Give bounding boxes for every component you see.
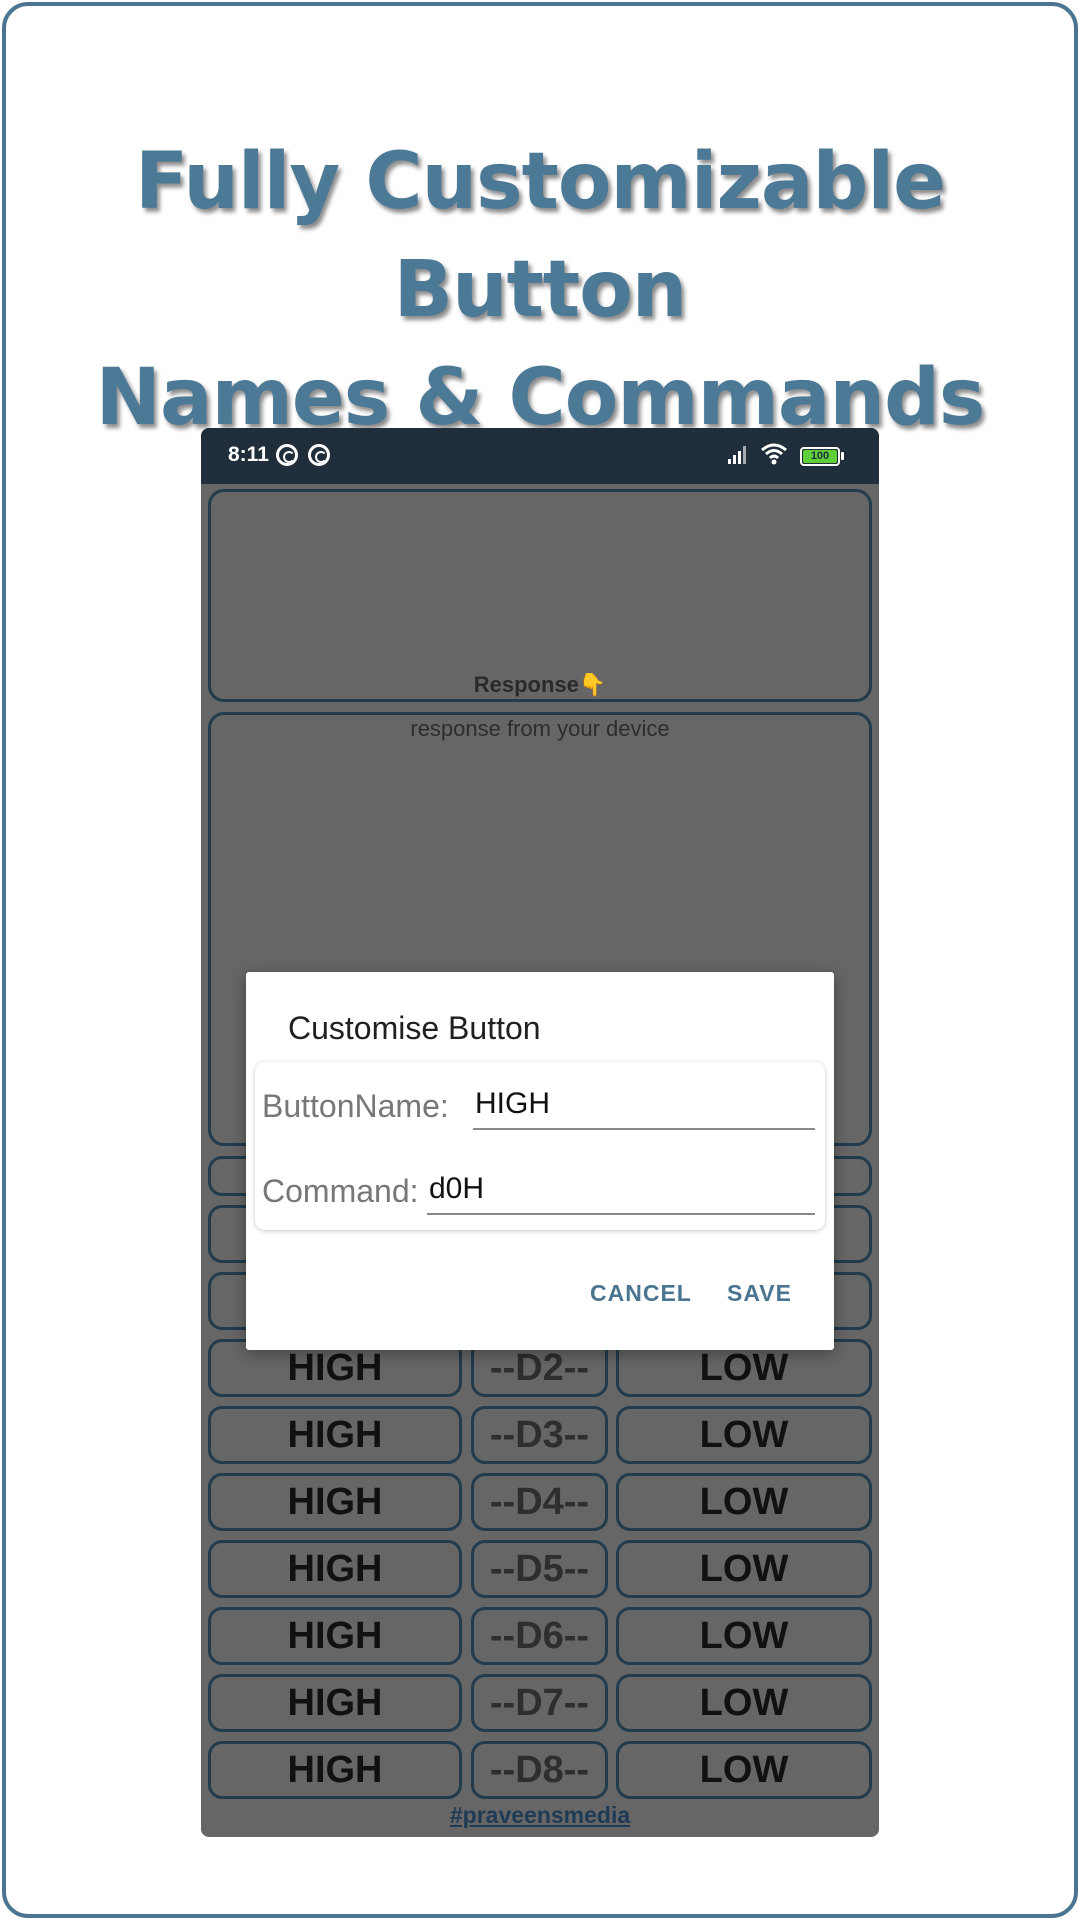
battery-level: 100 bbox=[803, 450, 837, 463]
command-field[interactable]: d0H bbox=[427, 1167, 815, 1215]
high-button-d3[interactable]: HIGH bbox=[208, 1406, 462, 1464]
high-button-d8[interactable]: HIGH bbox=[208, 1741, 462, 1799]
headline-line-1: Fully Customizable Button bbox=[135, 137, 946, 335]
app-notification-icon bbox=[276, 444, 298, 466]
pin-label-d6[interactable]: --D6-- bbox=[471, 1607, 608, 1665]
app-notification-icon bbox=[308, 444, 330, 466]
wifi-icon bbox=[761, 443, 787, 465]
low-button-d7[interactable]: LOW bbox=[616, 1674, 872, 1732]
control-row-d7: HIGH --D7-- LOW bbox=[208, 1674, 872, 1732]
low-button-d8[interactable]: LOW bbox=[616, 1741, 872, 1799]
low-button-d6[interactable]: LOW bbox=[616, 1607, 872, 1665]
dialog-form-card: ButtonName: HIGH Command: d0H bbox=[255, 1062, 825, 1230]
high-button-d6[interactable]: HIGH bbox=[208, 1607, 462, 1665]
pin-label-d3[interactable]: --D3-- bbox=[471, 1406, 608, 1464]
high-button-d4[interactable]: HIGH bbox=[208, 1473, 462, 1531]
response-label: Response👇 bbox=[473, 672, 607, 697]
control-row-d4: HIGH --D4-- LOW bbox=[208, 1473, 872, 1531]
pin-label-d7[interactable]: --D7-- bbox=[471, 1674, 608, 1732]
dialog-title: Customise Button bbox=[288, 1010, 541, 1046]
pin-label-d8[interactable]: --D8-- bbox=[471, 1741, 608, 1799]
command-label: Command: bbox=[262, 1173, 419, 1209]
low-button-d3[interactable]: LOW bbox=[616, 1406, 872, 1464]
command-input-panel[interactable] bbox=[208, 489, 872, 702]
button-name-label: ButtonName: bbox=[262, 1088, 449, 1124]
battery-icon: 100 bbox=[800, 447, 840, 466]
status-bar: 8:11 100 bbox=[201, 428, 879, 484]
footer-link[interactable]: #praveensmedia bbox=[201, 1802, 879, 1829]
button-name-field[interactable]: HIGH bbox=[473, 1082, 815, 1130]
promo-headline: Fully Customizable Button Names & Comman… bbox=[0, 128, 1080, 452]
low-button-d4[interactable]: LOW bbox=[616, 1473, 872, 1531]
pointing-down-icon: 👇 bbox=[578, 672, 607, 697]
control-row-d6: HIGH --D6-- LOW bbox=[208, 1607, 872, 1665]
status-time: 8:11 bbox=[228, 443, 269, 466]
high-button-d5[interactable]: HIGH bbox=[208, 1540, 462, 1598]
pin-label-d4[interactable]: --D4-- bbox=[471, 1473, 608, 1531]
control-row-d3: HIGH --D3-- LOW bbox=[208, 1406, 872, 1464]
customise-button-dialog: Customise Button ButtonName: HIGH Comman… bbox=[246, 972, 834, 1350]
low-button-d5[interactable]: LOW bbox=[616, 1540, 872, 1598]
control-row-d8: HIGH --D8-- LOW bbox=[208, 1741, 872, 1799]
response-placeholder: response from your device bbox=[410, 716, 670, 741]
pin-label-d5[interactable]: --D5-- bbox=[471, 1540, 608, 1598]
save-button[interactable]: SAVE bbox=[727, 1280, 792, 1307]
high-button-d7[interactable]: HIGH bbox=[208, 1674, 462, 1732]
control-row-d5: HIGH --D5-- LOW bbox=[208, 1540, 872, 1598]
cancel-button[interactable]: CANCEL bbox=[590, 1280, 692, 1307]
